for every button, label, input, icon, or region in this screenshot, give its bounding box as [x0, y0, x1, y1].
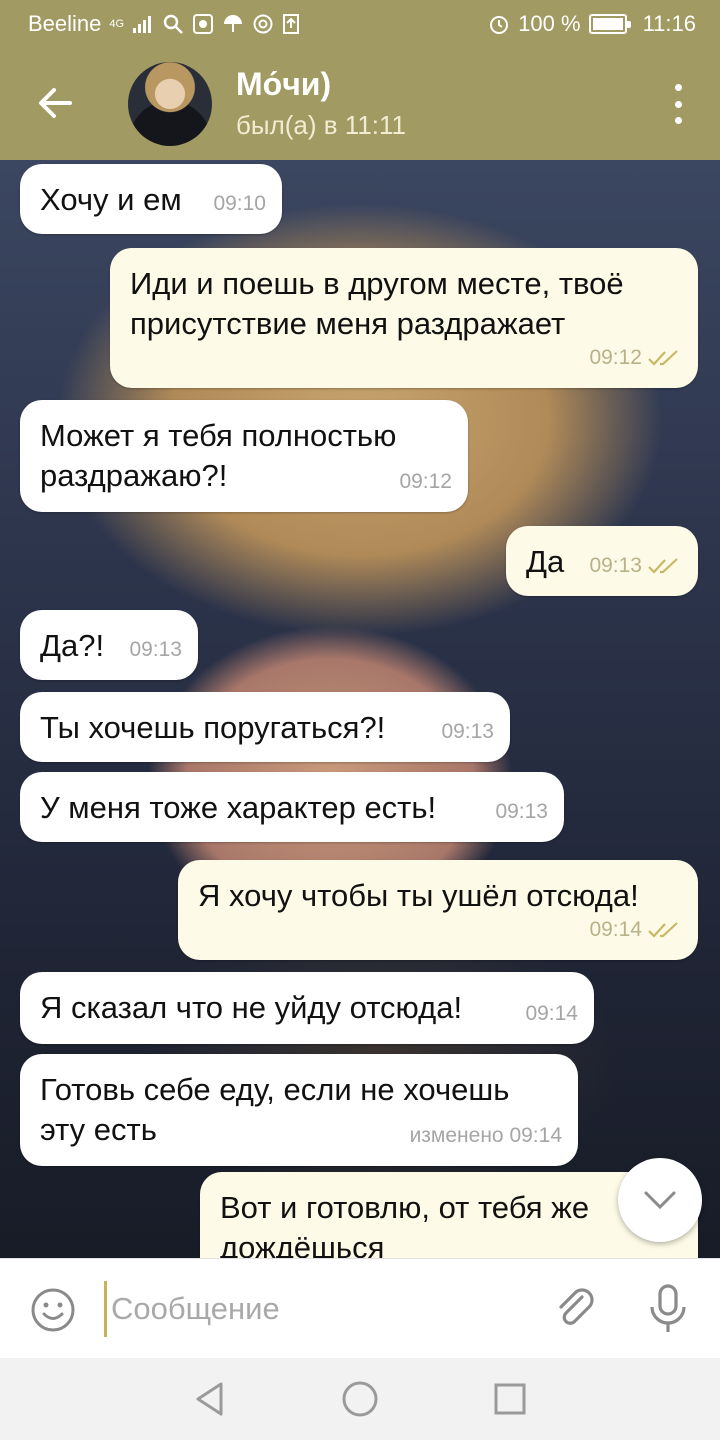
umbrella-icon [224, 15, 243, 32]
message-meta: 09:13 [495, 792, 548, 832]
chat-header: Мо́чи) был(а) в 11:11 [0, 48, 720, 160]
message-bubble[interactable]: Я хочу чтобы ты ушёл отсюда! 09:14 [178, 860, 698, 960]
message-meta: изменено 09:14 [410, 1116, 562, 1156]
message-meta: 09:13 [589, 546, 682, 586]
nav-home-button[interactable] [340, 1379, 380, 1419]
message-time: 09:14 [525, 1002, 578, 1025]
message-bubble[interactable]: У меня тоже характер есть! 09:13 [20, 772, 564, 842]
system-nav-bar [0, 1358, 720, 1440]
more-vert-icon[interactable] [666, 84, 690, 124]
message-meta: 09:14 [589, 910, 682, 950]
message-bubble[interactable]: Ты хочешь поругаться?! 09:13 [20, 692, 510, 762]
emoji-button[interactable] [30, 1287, 76, 1333]
search-icon [163, 14, 183, 34]
message-text: Ты хочешь поругаться?! [40, 710, 386, 745]
message-bubble[interactable]: Иди и поешь в другом месте, твоё присутс… [110, 248, 698, 388]
message-time: 09:12 [399, 470, 452, 493]
message-time: 09:13 [441, 720, 494, 743]
message-text: Может я тебя полностью раздражаю?! [40, 418, 397, 493]
status-left: Beeline 4G [28, 11, 300, 37]
mic-button[interactable] [646, 1283, 690, 1335]
message-meta: 09:10 [213, 184, 266, 224]
network-type: 4G [109, 18, 125, 30]
chevron-down-icon [644, 1191, 676, 1210]
carrier-name: Beeline [28, 11, 102, 36]
message-meta: 09:12 [589, 338, 682, 378]
triangle-back-icon [196, 1382, 223, 1416]
message-time: 09:13 [129, 638, 182, 661]
message-text: Вот и готовлю, от тебя же дождёшься [220, 1190, 590, 1258]
double-check-icon [648, 558, 678, 574]
circle-home-icon [342, 1381, 378, 1417]
attach-button[interactable] [552, 1285, 600, 1333]
chat-area[interactable]: Хочу и ем 09:10 Иди и поешь в другом мес… [0, 160, 720, 1258]
last-seen-status: был(а) в 11:11 [236, 110, 406, 140]
message-time: 09:13 [589, 554, 642, 577]
emoji-icon [31, 1288, 75, 1332]
message-bubble[interactable]: Да?! 09:13 [20, 610, 198, 680]
message-bubble[interactable]: Хочу и ем 09:10 [20, 164, 282, 234]
message-time: 09:10 [213, 192, 266, 215]
back-button[interactable] [30, 78, 80, 128]
alarm-icon [490, 16, 509, 34]
at-icon [253, 14, 273, 34]
message-meta: 09:12 [399, 462, 452, 502]
message-text: Я сказал что не уйду отсюда! [40, 990, 463, 1025]
message-bubble[interactable]: Готовь себе еду, если не хочешь эту есть… [20, 1054, 578, 1166]
message-bubble[interactable]: Да 09:13 [506, 526, 698, 596]
message-meta: 09:14 [525, 994, 578, 1034]
battery-icon [588, 14, 631, 34]
avatar[interactable] [128, 62, 212, 146]
double-check-icon [648, 922, 678, 938]
nav-recents-button[interactable] [490, 1379, 530, 1419]
message-time: 09:12 [589, 346, 642, 369]
message-text: Иди и поешь в другом месте, твоё присутс… [130, 266, 624, 341]
message-input[interactable] [104, 1281, 524, 1337]
square-recents-icon [494, 1383, 526, 1415]
nav-back-button[interactable] [190, 1379, 230, 1419]
contact-name[interactable]: Мо́чи) [236, 66, 331, 103]
menu-dot [674, 100, 682, 108]
message-time: изменено 09:14 [409, 1124, 562, 1147]
message-composer [0, 1258, 720, 1358]
clock: 11:16 [642, 11, 696, 36]
signal-icon [133, 16, 152, 33]
message-meta: 09:13 [129, 630, 182, 670]
message-text: У меня тоже характер есть! [40, 790, 437, 825]
back-arrow-icon [39, 88, 72, 118]
message-meta: 09:13 [441, 712, 494, 752]
gallery-icon [193, 14, 214, 34]
mic-icon [650, 1284, 686, 1332]
message-time: 09:14 [589, 918, 642, 941]
message-time: 09:13 [495, 800, 548, 823]
menu-dot [674, 84, 682, 91]
attach-icon [559, 1288, 594, 1325]
message-bubble[interactable]: Может я тебя полностью раздражаю?! 09:12 [20, 400, 468, 512]
battery-percent: 100 % [518, 11, 581, 36]
status-bar: Beeline 4G 100 % 11:16 [0, 0, 720, 48]
double-check-icon [648, 350, 678, 366]
menu-dot [674, 117, 682, 124]
message-bubble[interactable]: Я сказал что не уйду отсюда! 09:14 [20, 972, 594, 1044]
status-right: 100 % 11:16 [488, 11, 696, 37]
upload-icon [283, 14, 300, 34]
scroll-down-button[interactable] [618, 1158, 702, 1242]
